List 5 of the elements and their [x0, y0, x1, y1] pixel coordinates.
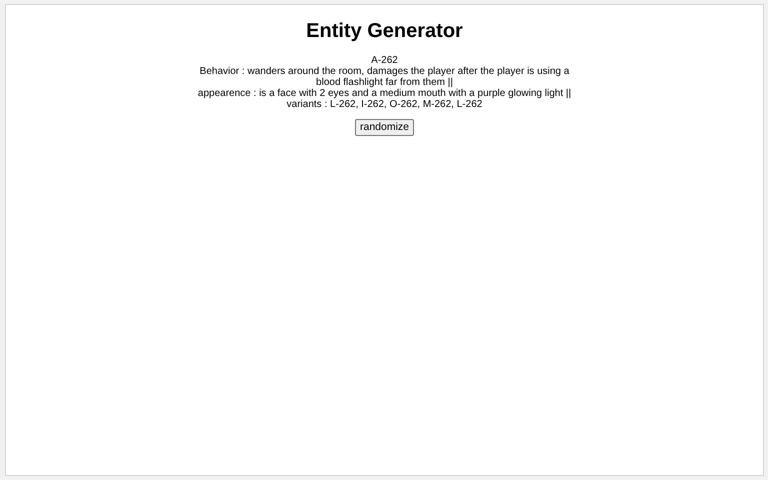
appearance-text: appearence : is a face with 2 eyes and a medium mouth with a purple glowing light || — [196, 88, 572, 99]
entity-name: A-262 — [370, 55, 399, 66]
variants-text: variants : L-262, I-262, O-262, M-262, L-262 — [286, 99, 484, 110]
randomize-button[interactable]: randomize — [354, 119, 414, 136]
page-title: Entity Generator — [305, 19, 464, 43]
